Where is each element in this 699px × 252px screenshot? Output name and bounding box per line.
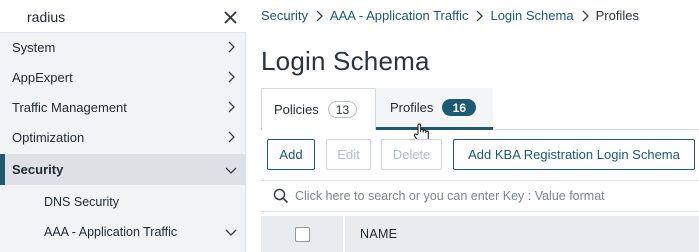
tab-policies[interactable]: Policies 13 — [261, 88, 376, 130]
count-badge: 13 — [327, 101, 358, 118]
sidebar-item-security[interactable]: Security — [0, 154, 246, 185]
sidebar-item-label: DNS Security — [44, 195, 120, 209]
breadcrumb-aaa-application-traffic[interactable]: AAA - Application Traffic — [330, 8, 469, 23]
breadcrumb-security[interactable]: Security — [261, 8, 308, 23]
chevron-right-icon — [228, 131, 235, 143]
tab-bar: Policies 13 Profiles 16 — [261, 88, 699, 130]
sidebar-item-label: AAA - Application Traffic — [44, 225, 178, 239]
chevron-right-icon — [308, 10, 330, 22]
sidebar-item-system[interactable]: System — [0, 32, 246, 62]
sidebar-search-input[interactable] — [0, 0, 210, 33]
table-search-input[interactable] — [293, 189, 693, 203]
table-search-bar — [261, 180, 699, 212]
delete-button[interactable]: Delete — [381, 139, 442, 170]
sidebar-item-label: AppExpert — [12, 69, 73, 85]
chevron-down-icon — [225, 229, 237, 236]
breadcrumb: Security AAA - Application Traffic Login… — [261, 8, 639, 23]
chevron-right-icon — [228, 101, 235, 113]
tab-label: Policies — [274, 102, 319, 117]
sidebar-item-aaa-application-traffic[interactable]: AAA - Application Traffic — [0, 217, 246, 247]
column-header-name[interactable]: NAME — [345, 227, 397, 241]
sidebar-item-dns-security[interactable]: DNS Security — [0, 187, 246, 217]
main-content: Security AAA - Application Traffic Login… — [247, 0, 699, 252]
add-button[interactable]: Add — [267, 139, 315, 170]
chevron-down-icon — [225, 167, 237, 174]
add-kba-registration-login-schema-button[interactable]: Add KBA Registration Login Schema — [453, 139, 695, 170]
breadcrumb-profiles: Profiles — [595, 8, 639, 23]
sidebar-item-appexpert[interactable]: AppExpert — [0, 62, 246, 92]
chevron-right-icon — [574, 10, 596, 22]
select-all-cell — [261, 216, 345, 252]
chevron-right-icon — [228, 71, 235, 83]
select-all-checkbox[interactable] — [294, 226, 310, 242]
count-badge: 16 — [442, 99, 477, 116]
chevron-right-icon — [228, 41, 235, 53]
sidebar-item-label: System — [12, 39, 56, 55]
breadcrumb-login-schema[interactable]: Login Schema — [490, 8, 573, 23]
close-icon[interactable] — [220, 7, 240, 27]
sidebar-item-traffic-management[interactable]: Traffic Management — [0, 92, 246, 122]
tab-profiles[interactable]: Profiles 16 — [376, 88, 493, 130]
tab-label: Profiles — [390, 100, 434, 115]
sidebar: System AppExpert Traffic Management Opti… — [0, 0, 246, 252]
page-title: Login Schema — [261, 46, 430, 76]
sidebar-item-label: Security — [12, 162, 64, 177]
sidebar-item-label: Optimization — [12, 129, 85, 145]
sidebar-item-optimization[interactable]: Optimization — [0, 122, 246, 152]
sidebar-search — [0, 0, 246, 33]
search-icon — [269, 184, 293, 208]
sidebar-item-label: Traffic Management — [12, 99, 127, 115]
chevron-right-icon — [468, 10, 490, 22]
edit-button[interactable]: Edit — [326, 139, 371, 170]
table-header: NAME — [261, 216, 699, 252]
